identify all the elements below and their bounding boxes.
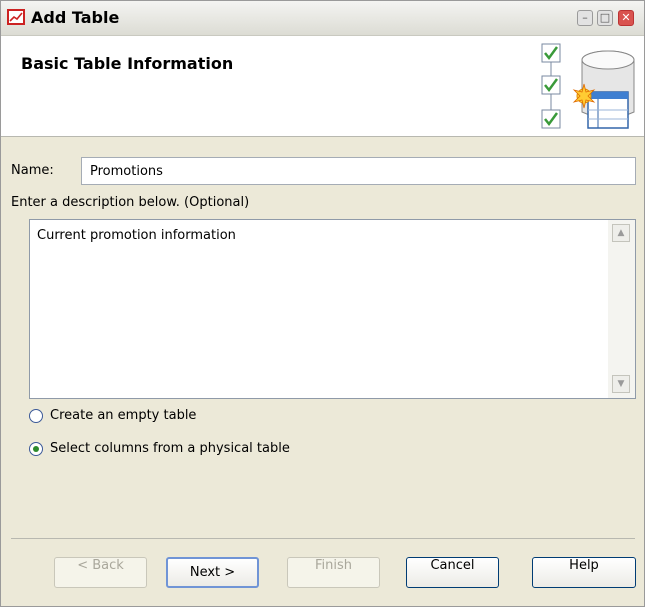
add-table-dialog: Add Table – □ ✕ Basic Table Information	[0, 0, 645, 607]
description-text: Current promotion information	[37, 228, 236, 243]
app-chart-icon	[7, 9, 25, 25]
checklist-icon	[541, 43, 561, 129]
window-title: Add Table	[31, 8, 120, 27]
help-button[interactable]: Help	[532, 557, 636, 588]
footer-divider	[11, 538, 635, 539]
radio-physical-table[interactable]: Select columns from a physical table	[29, 440, 349, 460]
radio-empty-table[interactable]: Create an empty table	[29, 407, 329, 427]
close-button[interactable]: ✕	[618, 10, 634, 26]
radio-button-selected[interactable]	[29, 442, 43, 456]
radio-label: Select columns from a physical table	[50, 441, 290, 456]
description-prompt: Enter a description below. (Optional)	[11, 195, 250, 210]
description-textarea[interactable]: Current promotion information ▲ ▼	[29, 219, 636, 399]
minimize-button[interactable]: –	[577, 10, 593, 26]
scroll-up-icon[interactable]: ▲	[612, 224, 630, 242]
maximize-button[interactable]: □	[597, 10, 613, 26]
cancel-button[interactable]: Cancel	[406, 557, 499, 588]
wizard-graphic	[536, 40, 644, 134]
back-button[interactable]: < Back	[54, 557, 147, 588]
scroll-down-icon[interactable]: ▼	[612, 375, 630, 393]
radio-label: Create an empty table	[50, 408, 197, 423]
name-label: Name:	[11, 163, 54, 178]
page-title: Basic Table Information	[21, 54, 234, 73]
radio-button-unselected[interactable]	[29, 409, 43, 423]
finish-button[interactable]: Finish	[287, 557, 380, 588]
next-button[interactable]: Next >	[166, 557, 259, 588]
wizard-header: Basic Table Information	[1, 36, 644, 137]
description-scrollbar[interactable]: ▲ ▼	[608, 220, 635, 398]
name-input[interactable]	[81, 157, 636, 185]
title-bar[interactable]: Add Table – □ ✕	[1, 1, 644, 36]
